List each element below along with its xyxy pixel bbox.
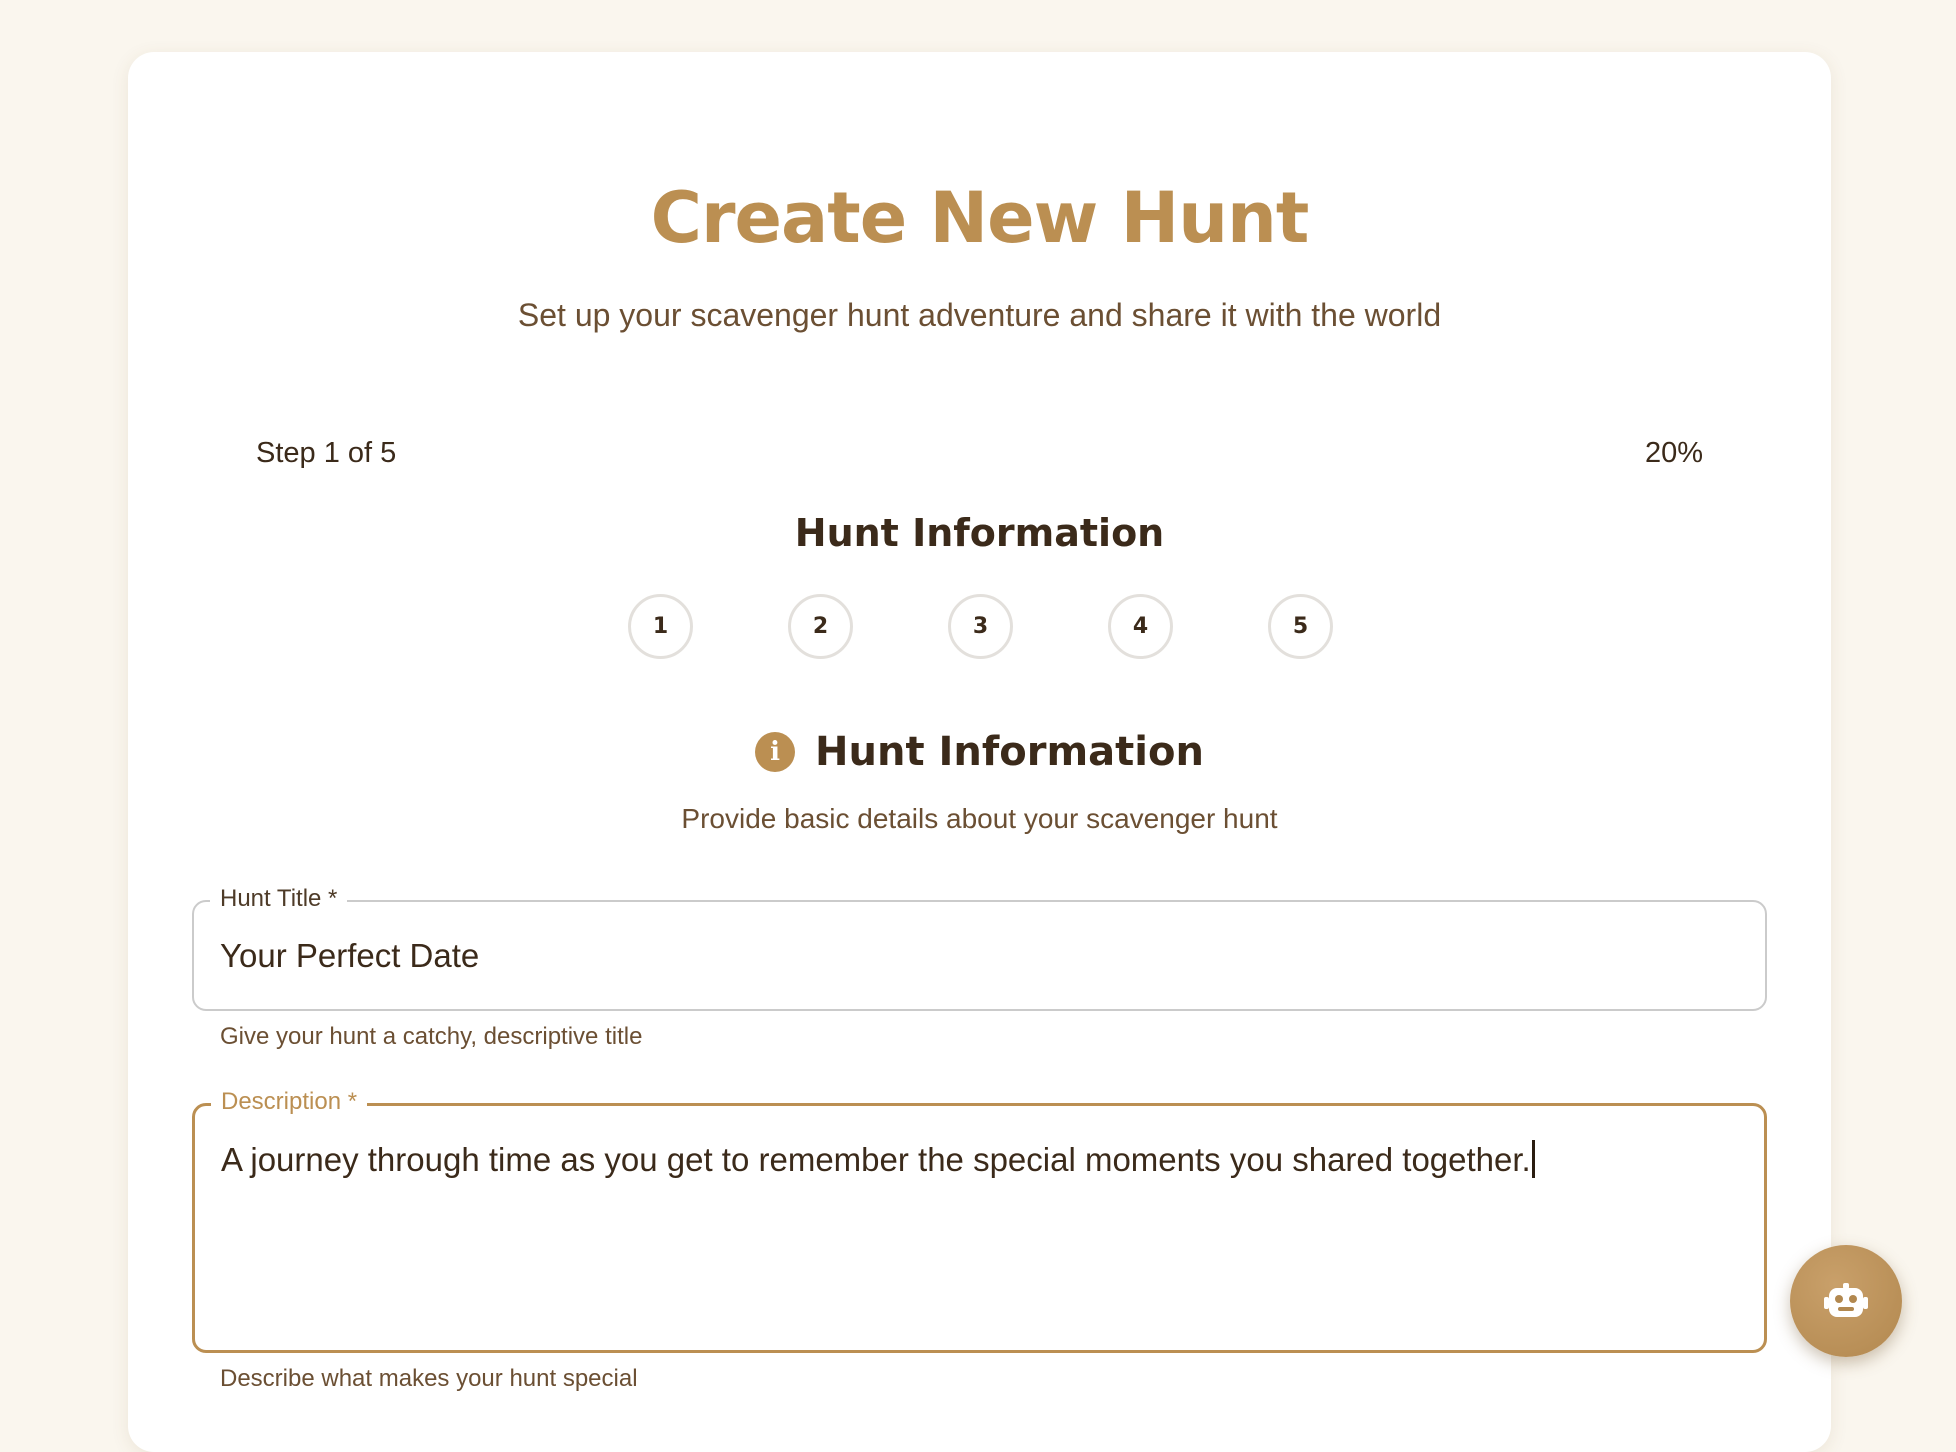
step-1-button[interactable]: 1	[628, 594, 693, 659]
description-label: Description *	[211, 1085, 368, 1119]
create-hunt-card: Create New Hunt Set up your scavenger hu…	[128, 52, 1831, 1452]
hunt-title-field[interactable]: Hunt Title * Your Perfect Date	[192, 882, 1767, 1011]
text-caret	[1531, 1140, 1535, 1178]
step-3-button[interactable]: 3	[948, 594, 1013, 659]
hunt-title-input[interactable]: Your Perfect Date	[220, 934, 479, 978]
description-text: A journey through time as you get to rem…	[221, 1141, 1531, 1178]
description-field[interactable]: Description * A journey through time as …	[192, 1085, 1767, 1353]
current-step-title: Hunt Information	[794, 511, 1165, 555]
description-helper: Describe what makes your hunt special	[220, 1365, 638, 1392]
page-subtitle: Set up your scavenger hunt adventure and…	[517, 297, 1442, 333]
hunt-title-label: Hunt Title *	[210, 882, 348, 916]
step-2-button[interactable]: 2	[788, 594, 853, 659]
assistant-button[interactable]	[1790, 1245, 1902, 1357]
robot-icon	[1824, 1283, 1868, 1317]
description-textarea[interactable]: A journey through time as you get to rem…	[221, 1138, 1535, 1182]
section-title: Hunt Information	[815, 729, 1204, 775]
section-header: i Hunt Information	[128, 724, 1831, 780]
step-counter: Step 1 of 5	[256, 437, 397, 469]
page-title: Create New Hunt	[650, 177, 1310, 259]
progress-percent: 20%	[1644, 437, 1703, 469]
hunt-title-helper: Give your hunt a catchy, descriptive tit…	[220, 1023, 643, 1050]
step-5-button[interactable]: 5	[1268, 594, 1333, 659]
info-icon: i	[755, 732, 796, 772]
stepper: 1 2 3 4 5	[628, 594, 1333, 659]
step-4-button[interactable]: 4	[1108, 594, 1173, 659]
section-subtitle: Provide basic details about your scaveng…	[681, 803, 1278, 834]
